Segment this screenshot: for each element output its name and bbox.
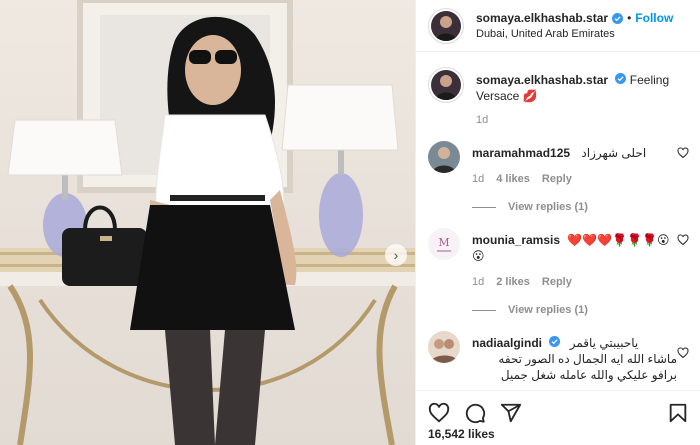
comment-likes[interactable]: 4 likes xyxy=(496,173,530,185)
svg-text:M: M xyxy=(438,236,449,249)
header-username[interactable]: somaya.elkhashab.star xyxy=(476,11,608,25)
reply-button[interactable]: Reply xyxy=(542,173,572,185)
comment-text-line2: ماشاء الله ايه الجمال ده الصور تحفه xyxy=(498,352,677,366)
heart-icon[interactable] xyxy=(677,147,689,159)
post-panel: somaya.elkhashab.star • Follow Dubai, Un… xyxy=(415,0,700,445)
avatar[interactable] xyxy=(428,7,464,44)
divider xyxy=(472,206,496,208)
view-replies-label: View replies (1) xyxy=(508,304,588,316)
profile-avatar-icon xyxy=(431,10,461,41)
comment-icon[interactable] xyxy=(464,402,486,424)
commenter-avatar[interactable]: M xyxy=(428,228,460,260)
next-arrow-icon[interactable]: › xyxy=(385,244,407,266)
view-replies-button[interactable]: View replies (1) xyxy=(472,201,689,213)
comment-text: احلى شهرزاد xyxy=(581,146,647,160)
comment-item: maramahmad125 احلى شهرزاد 1d 4 likes Rep… xyxy=(428,141,689,185)
action-bar xyxy=(416,390,700,426)
verified-badge-icon xyxy=(612,12,624,24)
comment-time: 1d xyxy=(472,276,485,288)
likes-count[interactable]: 16,542 likes xyxy=(428,427,495,441)
heart-icon[interactable] xyxy=(677,234,689,246)
commenter-avatar[interactable] xyxy=(428,141,460,173)
share-icon[interactable] xyxy=(500,402,522,424)
post-header: somaya.elkhashab.star • Follow Dubai, Un… xyxy=(416,0,700,52)
post-photo[interactable]: › xyxy=(0,0,415,445)
comment-text-line3: برافو عليكي والله عامله شغل جميل xyxy=(500,368,677,382)
caption: somaya.elkhashab.star Feeling Versace 💋 … xyxy=(428,67,689,126)
verified-badge-icon xyxy=(615,73,627,84)
comments-list[interactable]: somaya.elkhashab.star Feeling Versace 💋 … xyxy=(416,53,700,388)
comment-username[interactable]: nadiaalgindi xyxy=(472,336,542,350)
comment-username[interactable]: maramahmad125 xyxy=(472,146,570,160)
follow-button[interactable]: Follow xyxy=(635,11,673,25)
reply-button[interactable]: Reply xyxy=(542,276,572,288)
commenter-avatar[interactable] xyxy=(428,331,460,363)
profile-avatar-icon xyxy=(431,70,461,100)
verified-badge-icon xyxy=(549,336,561,347)
divider xyxy=(472,309,496,311)
separator: • xyxy=(627,11,632,25)
instagram-post: › somaya.elkhashab.star • Follow Dubai, … xyxy=(0,0,700,445)
comment-likes[interactable]: 2 likes xyxy=(496,276,530,288)
caption-time: 1d xyxy=(476,114,489,126)
caption-username[interactable]: somaya.elkhashab.star xyxy=(476,73,608,87)
caption-avatar[interactable] xyxy=(428,67,464,103)
bookmark-icon[interactable] xyxy=(667,402,689,424)
photo-illustration xyxy=(0,0,415,445)
view-replies-button[interactable]: View replies (1) xyxy=(472,304,689,316)
heart-icon[interactable] xyxy=(677,347,689,359)
comment-time: 1d xyxy=(472,173,485,185)
view-replies-label: View replies (1) xyxy=(508,201,588,213)
comment-item: M mounia_ramsis ❤️❤️❤️🌹🌹🌹😮😮 1d 2 likes R… xyxy=(428,228,689,288)
location-link[interactable]: Dubai, United Arab Emirates xyxy=(476,28,673,40)
comment-username[interactable]: mounia_ramsis xyxy=(472,233,560,247)
comment-text: ياحبيبتي ياقمر xyxy=(569,336,639,350)
comment-item: nadiaalgindi ياحبيبتي ياقمر ماشاء الله ا… xyxy=(428,331,689,383)
heart-icon[interactable] xyxy=(428,402,450,424)
